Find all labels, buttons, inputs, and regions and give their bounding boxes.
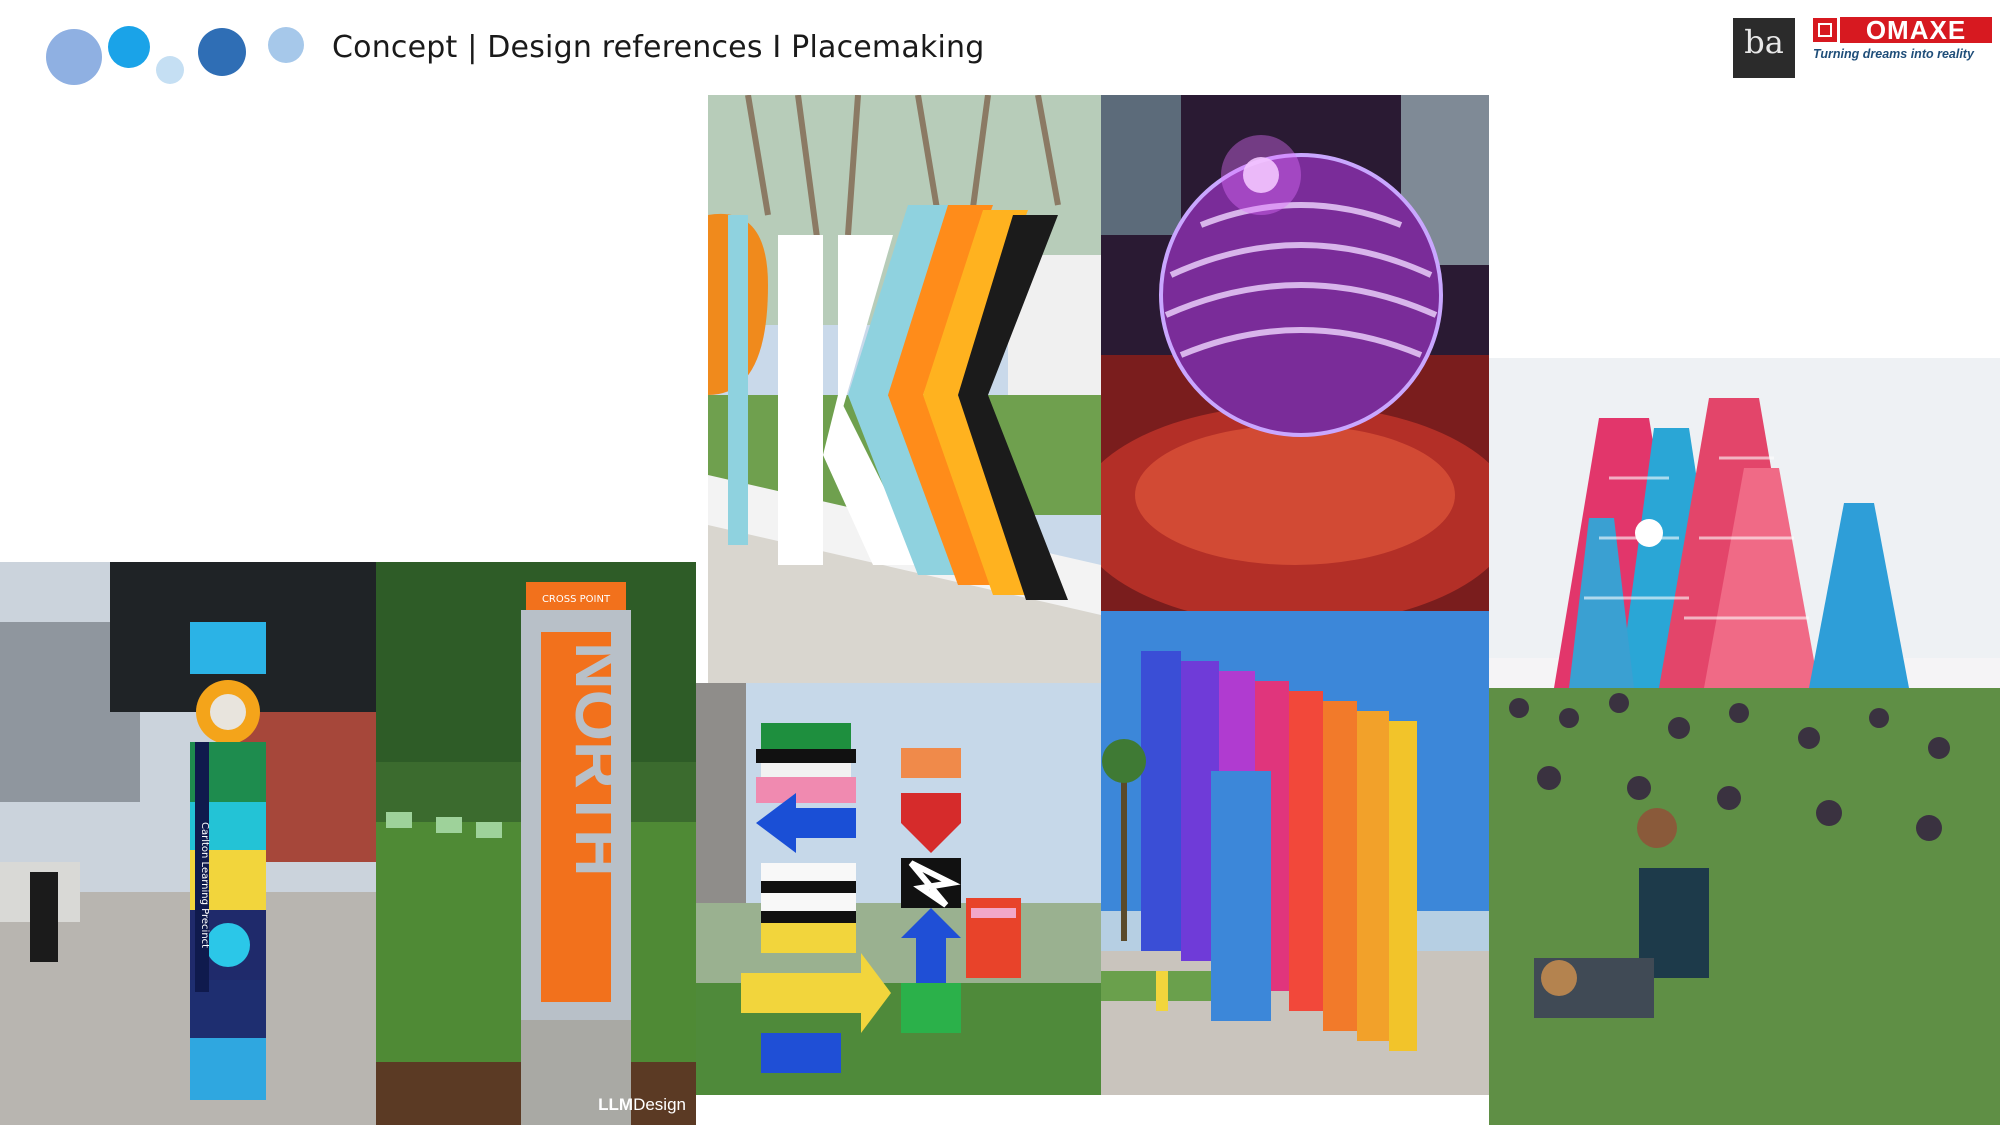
bubble-4	[198, 28, 246, 76]
photo-credit: LLMDesign	[598, 1095, 686, 1114]
bubble-1	[46, 29, 102, 85]
north-sign-text: NORTH	[562, 642, 636, 877]
page-title: Concept | Design references I Placemakin…	[332, 30, 985, 65]
bubble-3	[156, 56, 184, 84]
photo-carlton-totem: Carlton Learning Precinct	[0, 562, 376, 1125]
omaxe-mark-icon	[1813, 18, 1837, 42]
north-top-text: CROSS POINT	[542, 594, 611, 605]
photo-rainbow-arch	[1101, 611, 1489, 1095]
bubble-5	[268, 27, 304, 63]
photo-arrow-stacks	[696, 683, 1101, 1095]
omaxe-wordmark: OMAXE	[1840, 17, 1992, 43]
photo-north-pylon: NORTH CROSS POINT LLMDesign	[376, 562, 696, 1125]
omaxe-tagline: Turning dreams into reality	[1813, 47, 1974, 61]
omaxe-logo: OMAXE Turning dreams into reality	[1810, 16, 1992, 66]
photo-festival-cones	[1489, 358, 2000, 1125]
bubble-2	[108, 26, 150, 68]
totem-sign-text: Carlton Learning Precinct	[199, 822, 210, 948]
photo-park-letters	[708, 95, 1101, 683]
ba-logo-mark: ba	[1744, 23, 1784, 61]
photo-illuminated-sphere	[1101, 95, 1489, 611]
ba-logo: ba	[1733, 18, 1795, 78]
